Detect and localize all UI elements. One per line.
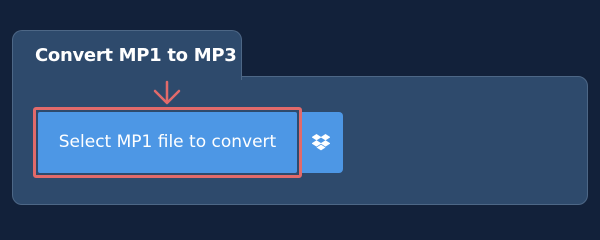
converter-tab: Convert MP1 to MP3	[12, 30, 242, 80]
arrow-down-icon	[150, 80, 184, 106]
tab-panel-joint	[13, 74, 241, 80]
converter-page: Convert MP1 to MP3 Select MP1 file to co…	[0, 0, 600, 230]
select-button-highlight	[33, 107, 302, 178]
dropbox-button[interactable]	[299, 112, 343, 173]
dropbox-icon	[312, 134, 330, 151]
tab-title: Convert MP1 to MP3	[35, 45, 237, 66]
